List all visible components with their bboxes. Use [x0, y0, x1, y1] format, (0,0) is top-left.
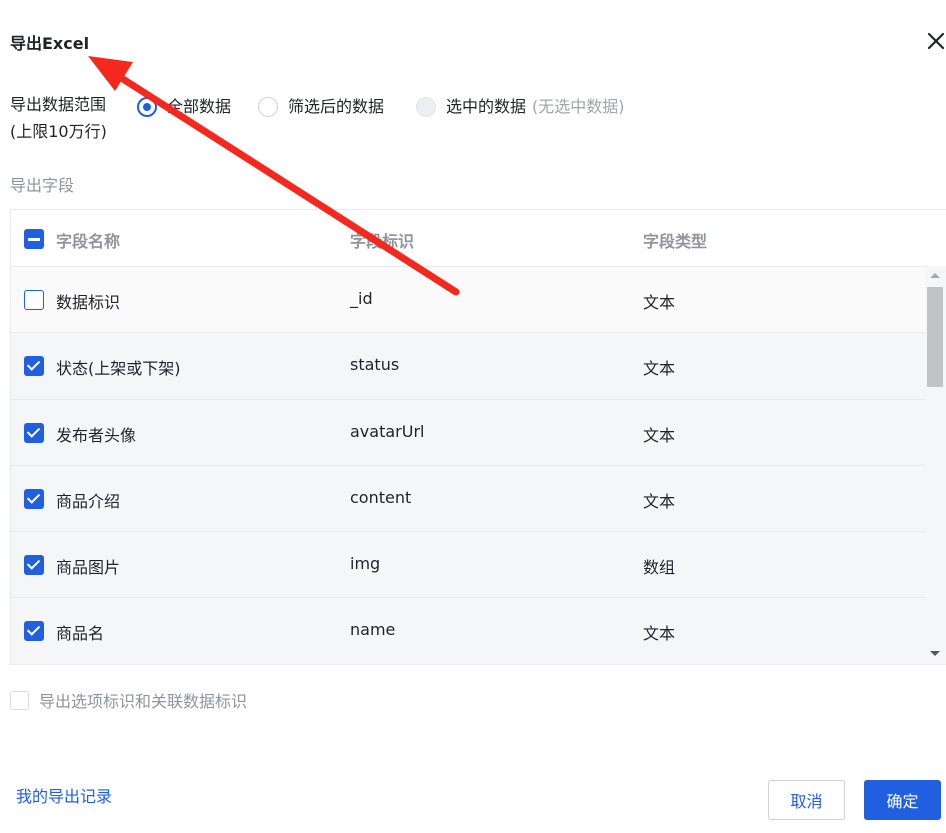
cell-field-type: 文本	[643, 293, 676, 312]
radio-all-data-label: 全部数据	[167, 97, 232, 116]
radio-filtered-data[interactable]: 筛选后的数据	[258, 95, 384, 119]
scroll-thumb[interactable]	[927, 287, 943, 387]
cell-field-type: 文本	[643, 359, 676, 379]
export-option-checkbox[interactable]: 导出选项标识和关联数据标识	[10, 688, 247, 712]
scroll-up-arrow-icon[interactable]	[930, 273, 940, 278]
confirm-button[interactable]: 确定	[864, 780, 941, 820]
row-checkbox[interactable]	[24, 621, 44, 642]
export-fields-label: 导出字段	[10, 176, 75, 195]
cancel-button[interactable]: 取消	[768, 780, 845, 820]
row-checkbox[interactable]	[24, 555, 44, 576]
row-checkbox[interactable]	[24, 356, 44, 377]
radio-dot	[137, 97, 157, 117]
cell-field-name: 商品图片	[56, 558, 121, 578]
row-checkbox[interactable]	[24, 488, 44, 509]
cell-field-type: 文本	[643, 491, 676, 511]
row-checkbox[interactable]	[24, 290, 44, 310]
cell-field-type: 文本	[643, 624, 676, 644]
cell-field-name: 数据标识	[56, 293, 121, 312]
cell-field-type: 文本	[643, 425, 676, 445]
radio-all-data[interactable]: 全部数据	[137, 95, 231, 119]
table-row: 商品介绍 content 文本	[11, 465, 926, 533]
cell-field-id: name	[350, 620, 396, 640]
header-field-type: 字段类型	[643, 232, 708, 251]
export-range-label: 导出数据范围	[10, 95, 107, 114]
cell-field-id: avatarUrl	[350, 421, 425, 441]
cell-field-id: status	[350, 355, 400, 375]
close-icon[interactable]	[926, 30, 946, 52]
export-option-label: 导出选项标识和关联数据标识	[39, 692, 248, 711]
radio-dot	[258, 97, 278, 117]
export-range-limit: (上限10万行)	[10, 122, 107, 141]
radio-filtered-data-label: 筛选后的数据	[288, 97, 385, 116]
cell-field-id: content	[350, 487, 412, 507]
scroll-down-arrow-icon[interactable]	[930, 651, 940, 656]
cell-field-id: _id	[350, 289, 373, 308]
table-row: 状态(上架或下架) status 文本	[11, 333, 926, 400]
select-all-checkbox[interactable]	[24, 229, 44, 249]
cell-field-type: 数组	[643, 558, 676, 578]
fields-table: 字段名称 字段标识 字段类型 数据标识 _id 文本 状态(上架或下架) sta…	[10, 209, 946, 665]
table-header: 字段名称 字段标识 字段类型	[11, 210, 946, 267]
cell-field-name: 状态(上架或下架)	[56, 359, 181, 379]
header-field-id: 字段标识	[350, 232, 415, 251]
dialog-title: 导出Excel	[10, 34, 90, 53]
cell-field-name: 商品名	[56, 624, 105, 644]
export-option-box[interactable]	[10, 690, 29, 710]
table-scrollbar[interactable]	[925, 266, 946, 664]
cell-field-name: 商品介绍	[56, 491, 121, 511]
table-row: 商品名 name 文本	[11, 598, 926, 664]
row-checkbox[interactable]	[24, 422, 44, 443]
table-row: 发布者头像 avatarUrl 文本	[11, 399, 926, 466]
radio-dot	[416, 97, 436, 117]
cell-field-name: 发布者头像	[56, 425, 137, 445]
radio-selected-data-label: 选中的数据	[446, 97, 527, 116]
table-row: 商品图片 img 数组	[11, 532, 926, 599]
table-row: 数据标识 _id 文本	[11, 267, 926, 334]
radio-selected-data-hint: (无选中数据)	[532, 97, 625, 116]
table-body: 数据标识 _id 文本 状态(上架或下架) status 文本 发布者头像 av…	[11, 267, 926, 664]
cell-field-id: img	[350, 554, 381, 574]
radio-selected-data[interactable]: 选中的数据 (无选中数据)	[416, 95, 625, 119]
export-history-link[interactable]: 我的导出记录	[16, 783, 112, 807]
header-field-name: 字段名称	[56, 232, 121, 251]
